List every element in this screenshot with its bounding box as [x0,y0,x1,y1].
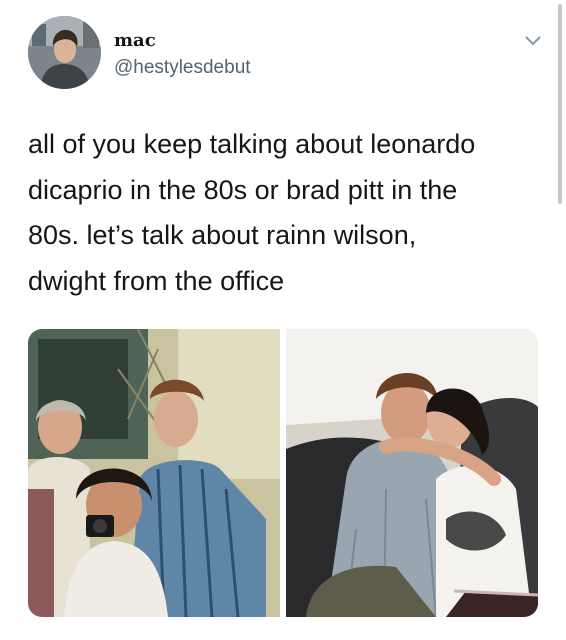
scrollbar[interactable] [558,4,562,204]
photo-right[interactable] [286,329,538,617]
user-handle[interactable]: @hestylesdebut [114,57,251,79]
photo-left[interactable] [28,329,280,617]
tweet-text: all of you keep talking about leonardo d… [28,122,548,304]
avatar[interactable] [28,16,101,89]
tweet-text-line: all of you keep talking about leonardo [28,129,476,159]
group-photo [28,329,280,617]
avatar-photo [28,16,101,89]
tweet-media[interactable] [28,329,538,617]
couple-photo [286,329,538,617]
tweet-text-line: 80s. let’s talk about rainn wilson, [28,220,417,250]
display-name[interactable]: mac [114,30,156,51]
chevron-down-icon[interactable] [524,34,542,48]
tweet-text-line: dicaprio in the 80s or brad pitt in the [28,174,458,205]
tweet-text-line: dwight from the office [28,265,285,296]
